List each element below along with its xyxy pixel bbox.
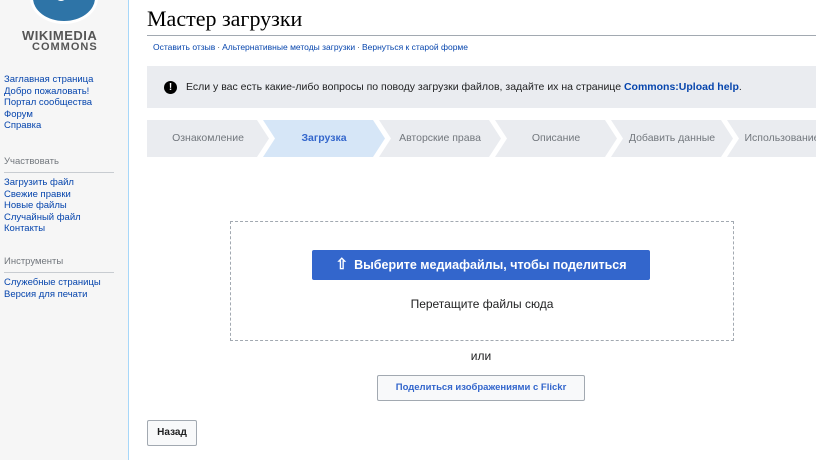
- help-notice: ! Если у вас есть какие-либо вопросы по …: [147, 66, 816, 108]
- wizard-steps: Ознакомление Загрузка Авторские права Оп…: [147, 120, 816, 157]
- sidebar: WIKIMEDIA COMMONS Заглавная страница Доб…: [0, 0, 128, 460]
- sidebar-item-printable-version[interactable]: Версия для печати: [4, 289, 114, 301]
- old-form-link[interactable]: Вернуться к старой форме: [362, 42, 468, 52]
- upload-icon: ⇧: [335, 256, 349, 273]
- logo-line2: COMMONS: [32, 41, 98, 53]
- select-media-label: Выберите медиафайлы, чтобы поделиться: [354, 258, 627, 272]
- commons-globe-icon: [30, 0, 98, 24]
- sidebar-tools-nav: Инструменты Служебные страницы Версия дл…: [4, 256, 114, 300]
- sidebar-main-nav: Заглавная страница Добро пожаловать! Пор…: [4, 74, 93, 132]
- sidebar-participate-nav: Участвовать Загрузить файл Свежие правки…: [4, 156, 114, 235]
- notice-text: Если у вас есть какие-либо вопросы по по…: [186, 81, 742, 93]
- feedback-link[interactable]: Оставить отзыв: [153, 42, 215, 52]
- sidebar-item-community-portal[interactable]: Портал сообщества: [4, 97, 93, 109]
- sidebar-item-special-pages[interactable]: Служебные страницы: [4, 277, 114, 289]
- sidebar-item-welcome[interactable]: Добро пожаловать!: [4, 86, 93, 98]
- alternative-upload-methods-link[interactable]: Альтернативные методы загрузки: [222, 42, 355, 52]
- share-flickr-button[interactable]: Поделиться изображениями с Flickr: [377, 375, 585, 401]
- sidebar-participate-heading: Участвовать: [4, 156, 59, 167]
- sidebar-item-new-files[interactable]: Новые файлы: [4, 200, 114, 212]
- drag-files-hint: Перетащите файлы сюда: [410, 297, 554, 311]
- step-add-data: Добавить данные: [611, 120, 733, 157]
- page-title: Мастер загрузки: [147, 6, 303, 31]
- sidebar-tools-heading: Инструменты: [4, 256, 64, 267]
- wikimedia-commons-logo[interactable]: WIKIMEDIA COMMONS: [18, 0, 112, 60]
- step-tutorial: Ознакомление: [147, 120, 269, 157]
- main-content: Мастер загрузки Оставить отзыв · Альтернат…: [128, 0, 816, 460]
- wizard-links: Оставить отзыв · Альтернативные методы заг…: [153, 42, 468, 52]
- divider: [4, 172, 114, 173]
- link-separator: ·: [357, 42, 360, 52]
- notice-end: .: [738, 81, 742, 93]
- or-separator: или: [470, 349, 492, 363]
- divider: [147, 35, 816, 36]
- sidebar-item-upload-file[interactable]: Загрузить файл: [4, 177, 114, 189]
- exclamation-icon: !: [164, 81, 177, 94]
- divider: [4, 272, 114, 273]
- back-button[interactable]: Назад: [147, 420, 197, 446]
- step-description: Описание: [495, 120, 617, 157]
- sidebar-item-main-page[interactable]: Заглавная страница: [4, 74, 93, 86]
- step-upload: Загрузка: [263, 120, 385, 157]
- notice-message: Если у вас есть какие-либо вопросы по по…: [186, 81, 624, 93]
- upload-help-link[interactable]: Commons:Upload help: [624, 81, 739, 93]
- sidebar-item-forum[interactable]: Форум: [4, 109, 93, 121]
- sidebar-item-help[interactable]: Справка: [4, 120, 93, 132]
- file-drop-zone[interactable]: ⇧ Выберите медиафайлы, чтобы поделиться П…: [230, 221, 734, 341]
- sidebar-item-contacts[interactable]: Контакты: [4, 223, 114, 235]
- select-media-button[interactable]: ⇧ Выберите медиафайлы, чтобы поделиться: [312, 250, 650, 280]
- step-usage: Использование: [727, 120, 816, 157]
- sidebar-item-recent-changes[interactable]: Свежие правки: [4, 189, 114, 201]
- step-copyright: Авторские права: [379, 120, 501, 157]
- sidebar-item-random-file[interactable]: Случайный файл: [4, 212, 114, 224]
